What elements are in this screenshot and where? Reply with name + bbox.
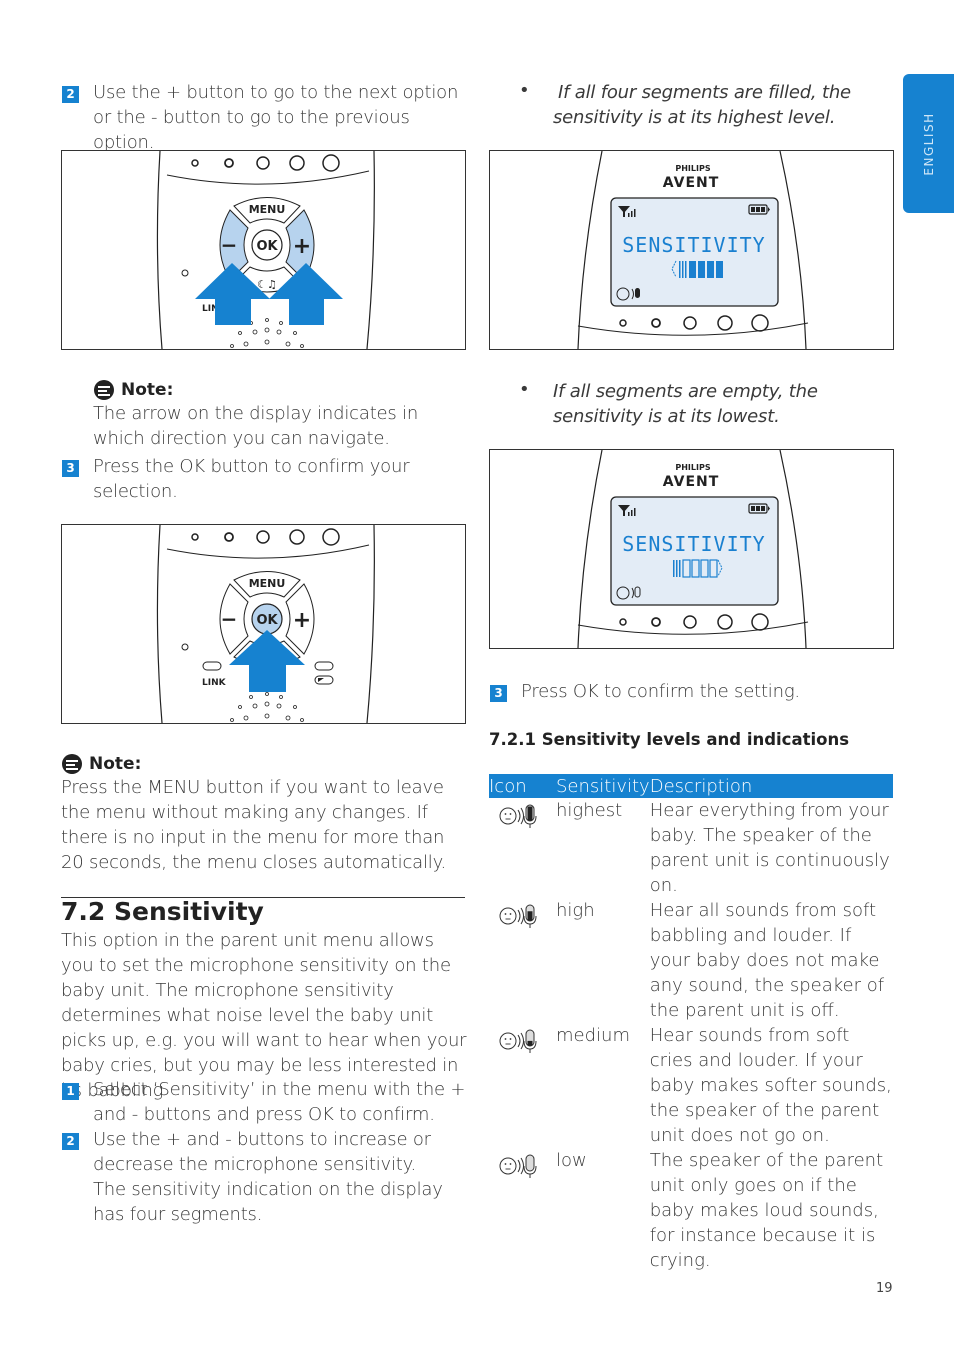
step-number-badge: 3 — [62, 460, 79, 477]
note-heading: Note: — [61, 753, 471, 775]
brand-philips: PHILIPS — [675, 164, 710, 173]
table-row: low The speaker of the parent unit only g… — [489, 1148, 893, 1273]
cell-description: Hear all sounds from soft babbling and l… — [649, 900, 885, 1021]
note-text: Press the MENU button if you want to lea… — [61, 777, 446, 873]
header-icon: Icon — [489, 774, 556, 798]
table-header-row: Icon Sensitivity Description — [489, 774, 893, 798]
brand-avent: AVENT — [663, 175, 720, 191]
page-number: 19 — [876, 1281, 893, 1296]
note-icon — [94, 380, 114, 400]
sensitivity-segments — [679, 261, 723, 278]
cell-icon — [489, 1023, 556, 1148]
led-icon — [322, 154, 340, 172]
header-sensitivity: Sensitivity — [556, 774, 650, 798]
svg-text:LINK: LINK — [202, 678, 227, 688]
table-row: high Hear all sounds from soft babbling a… — [489, 898, 893, 1023]
lcd-text: SENSITIVITY — [622, 532, 765, 556]
led-icon — [191, 159, 199, 167]
segment-tick — [682, 261, 684, 278]
svg-text:OK: OK — [256, 613, 278, 628]
baby-mic-high-icon — [499, 904, 537, 928]
svg-text:+: + — [293, 234, 311, 259]
bullet-marker: • — [519, 379, 530, 400]
svg-text:MENU: MENU — [249, 577, 286, 590]
cell-sensitivity: high — [556, 900, 595, 921]
step-number-badge: 1 — [62, 1083, 79, 1100]
step-number-badge: 3 — [490, 685, 507, 702]
segment-tick — [679, 261, 681, 278]
note-2: Note: Press the MENU button if you want … — [61, 753, 471, 875]
cell-description: Hear everything from your baby. The spea… — [649, 800, 890, 896]
led-icon — [256, 156, 270, 170]
step-text: Press the OK button to confirm your sele… — [93, 456, 410, 502]
cell-sensitivity: medium — [556, 1025, 630, 1046]
language-tab: ENGLISH — [903, 74, 954, 213]
step-text: Use the + button to go to the next optio… — [93, 82, 459, 153]
cell-icon — [489, 798, 556, 898]
bullet-text: If all four segments are filled, the sen… — [553, 82, 851, 128]
segment-tick — [673, 560, 675, 577]
cell-sensitivity: low — [556, 1150, 587, 1171]
cell-description: The speaker of the parent unit only goes… — [649, 1150, 884, 1271]
note-1: Note: The arrow on the display indicates… — [93, 379, 473, 451]
bullet-text: If all segments are empty, the sensitivi… — [553, 381, 818, 427]
note-icon — [62, 754, 82, 774]
note-title: Note: — [121, 380, 174, 400]
table-row: medium Hear sounds from soft cries and lo… — [489, 1023, 893, 1148]
svg-text:−: − — [221, 233, 238, 257]
language-tab-label: ENGLISH — [921, 111, 936, 176]
cell-sensitivity: highest — [556, 800, 623, 821]
svg-text:☾♫: ☾♫ — [257, 278, 277, 291]
segment-tick — [685, 261, 687, 278]
svg-text:+: + — [293, 608, 311, 633]
segment-tick — [679, 560, 681, 577]
baby-mic-full-icon — [499, 804, 537, 828]
step-number-badge: 2 — [62, 86, 79, 103]
figure-display-highest: PHILIPS AVENT SENSITIVITY — [489, 150, 894, 350]
brand-philips: PHILIPS — [675, 463, 710, 472]
segment-filled — [698, 261, 705, 278]
cell-icon — [489, 898, 556, 1023]
brand-avent: AVENT — [663, 474, 720, 490]
step-number-badge: 2 — [62, 1133, 79, 1150]
bullet-marker: • — [519, 80, 530, 101]
header-description: Description — [649, 774, 893, 798]
cell-description: Hear sounds from soft cries and louder. … — [649, 1025, 892, 1146]
segment-filled — [689, 261, 696, 278]
step-text: Select ‘Sensitivity’ in the menu with th… — [93, 1079, 466, 1125]
note-text: The arrow on the display indicates in wh… — [93, 403, 419, 449]
subsection-title: 7.2.1 Sensitivity levels and indications — [489, 730, 850, 749]
step-text: Press OK to confirm the setting. — [521, 681, 800, 702]
svg-text:−: − — [221, 607, 238, 631]
cell-icon — [489, 1148, 556, 1273]
note-title: Note: — [89, 754, 142, 774]
led-icon — [289, 155, 305, 171]
segment-filled — [707, 261, 714, 278]
keypad-illustration: MENU − + OK LINK — [156, 525, 375, 723]
baby-mic-medium-icon — [499, 1029, 537, 1053]
baby-mic-low-icon — [499, 1154, 537, 1178]
display-illustration: PHILIPS AVENT SENSITIVITY — [577, 151, 809, 349]
sensitivity-table: Icon Sensitivity Description highest Hear… — [489, 774, 893, 1273]
svg-text:OK: OK — [256, 239, 278, 254]
figure-display-lowest: PHILIPS AVENT SENSITIVITY — [489, 449, 894, 649]
segment-tick — [676, 560, 678, 577]
step-text: Use the + and - buttons to increase or d… — [93, 1129, 443, 1225]
svg-text:MENU: MENU — [249, 203, 286, 216]
figure-keypad-plus-minus: MENU − + OK ☾♫ LIN — [61, 150, 466, 350]
led-icon — [224, 158, 234, 168]
keypad-illustration: MENU − + OK ☾♫ LIN — [156, 151, 375, 349]
lcd-text: SENSITIVITY — [622, 233, 765, 257]
table-row: highest Hear everything from your baby. T… — [489, 798, 893, 898]
section-title: 7.2 Sensitivity — [61, 897, 264, 926]
segment-filled — [716, 261, 723, 278]
note-heading: Note: — [93, 379, 473, 401]
figure-keypad-ok: MENU − + OK LINK — [61, 524, 466, 724]
display-illustration: PHILIPS AVENT SENSITIVITY — [577, 450, 809, 648]
